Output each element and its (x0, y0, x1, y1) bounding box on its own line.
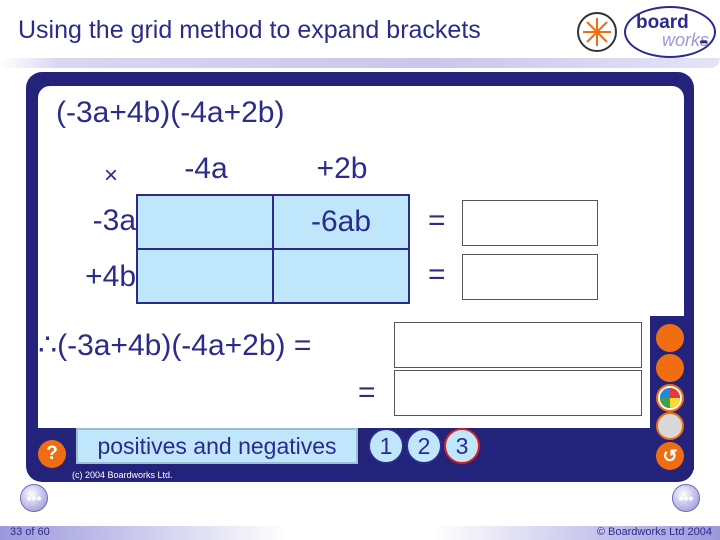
bin-icon[interactable] (656, 412, 684, 440)
grid-cell-r1c1[interactable] (136, 194, 274, 250)
simplified-answer-box[interactable] (394, 370, 642, 416)
slide-number: 33 of 60 (10, 526, 50, 538)
inner-copyright: (c) 2004 Boardworks Ltd. (72, 470, 173, 480)
boardworks-logo: board works ••• (624, 6, 716, 58)
copyright: © Boardworks Ltd 2004 (596, 526, 712, 538)
step-3-button[interactable]: 3 (444, 428, 480, 464)
row-header-1: -3a (92, 204, 136, 237)
color-wheel-icon[interactable] (656, 384, 684, 412)
undo-button[interactable]: ↺ (656, 442, 684, 470)
row-2-equals: = (428, 258, 446, 291)
grid-cell-r2c1[interactable] (136, 248, 274, 304)
next-slide-button[interactable]: ••• (672, 484, 700, 512)
row-header-2: +4b (85, 260, 136, 293)
row-1-answer-box[interactable] (462, 200, 598, 246)
second-equals: = (358, 376, 376, 409)
help-button[interactable]: ? (38, 440, 66, 468)
pen-icon[interactable] (656, 324, 684, 352)
multiply-sign: × (104, 162, 119, 189)
positives-and-negatives-button[interactable]: positives and negatives (76, 428, 358, 464)
expression: (-3a+4b)(-4a+2b) (56, 96, 285, 129)
title-underline (0, 58, 720, 68)
step-1-button[interactable]: 1 (368, 428, 404, 464)
grid-cell-r2c2[interactable] (272, 248, 410, 304)
column-header-1: -4a (184, 152, 228, 185)
row-1-equals: = (428, 204, 446, 237)
previous-slide-button[interactable]: ••• (20, 484, 48, 512)
column-header-2: +2b (316, 152, 368, 185)
row-2-answer-box[interactable] (462, 254, 598, 300)
therefore-expression: ∴(-3a+4b)(-4a+2b) = (38, 329, 312, 362)
logo-dots: ••• (699, 35, 707, 49)
page-title: Using the grid method to expand brackets (18, 16, 481, 44)
compass-icon (577, 12, 617, 52)
expansion-answer-box[interactable] (394, 322, 642, 368)
grid-cell-r1c2[interactable]: -6ab (272, 194, 410, 250)
step-2-button[interactable]: 2 (406, 428, 442, 464)
eraser-icon[interactable] (656, 354, 684, 382)
